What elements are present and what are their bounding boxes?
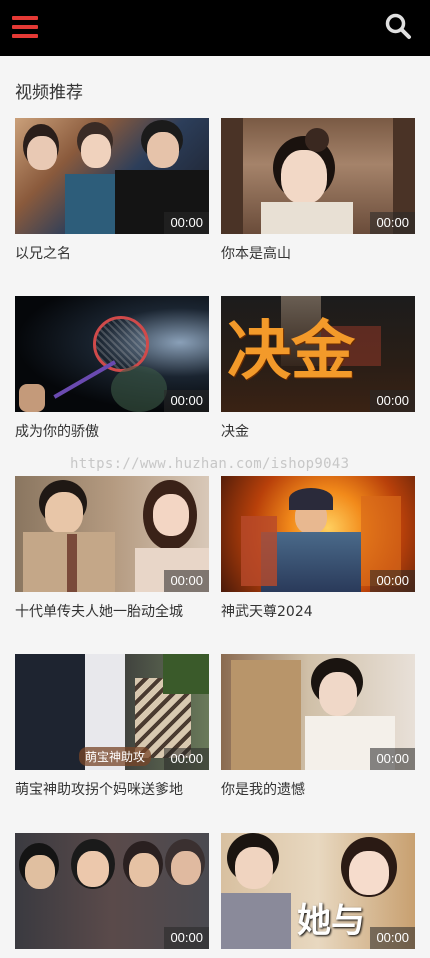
video-title[interactable]: 神武天尊2024 (221, 601, 415, 621)
video-card[interactable]: 00:00 以兄之名 (15, 118, 209, 263)
video-duration: 00:00 (370, 927, 415, 949)
video-card[interactable]: 决金 00:00 决金 (221, 296, 415, 441)
video-title[interactable]: 成为你的骄傲 (15, 421, 209, 441)
video-duration: 00:00 (370, 390, 415, 412)
video-thumbnail[interactable]: 00:00 (15, 296, 209, 412)
top-nav-bar (0, 0, 430, 56)
video-duration: 00:00 (370, 212, 415, 234)
video-thumbnail[interactable]: 00:00 (221, 654, 415, 770)
video-thumbnail[interactable]: 决金 00:00 (221, 296, 415, 412)
video-duration: 00:00 (370, 748, 415, 770)
video-title[interactable]: 以兄之名 (15, 243, 209, 263)
video-card[interactable]: 她与 00:00 (221, 833, 415, 958)
video-duration: 00:00 (164, 212, 209, 234)
video-card[interactable]: 00:00 十代单传夫人她一胎动全城 (15, 476, 209, 621)
video-card[interactable]: 00:00 你本是高山 (221, 118, 415, 263)
video-thumbnail[interactable]: 00:00 (15, 476, 209, 592)
video-card[interactable]: 00:00 成为你的骄傲 (15, 296, 209, 441)
video-duration: 00:00 (370, 570, 415, 592)
video-title[interactable]: 你是我的遗憾 (221, 779, 415, 799)
video-card[interactable]: 00:00 (15, 833, 209, 958)
poster-title-text: 决金 (227, 314, 355, 389)
video-title[interactable]: 你本是高山 (221, 243, 415, 263)
section-title: 视频推荐 (15, 83, 83, 103)
video-thumbnail[interactable]: 00:00 (221, 118, 415, 234)
video-thumbnail[interactable]: 00:00 (221, 476, 415, 592)
search-icon[interactable] (384, 12, 412, 40)
poster-title-text: 她与 (297, 901, 365, 941)
watermark-text: https://www.huzhan.com/ishop9043 (70, 456, 350, 472)
video-title[interactable]: 决金 (221, 421, 415, 441)
video-title[interactable]: 萌宝神助攻拐个妈咪送爹地 (15, 779, 209, 799)
video-title[interactable]: 十代单传夫人她一胎动全城 (15, 601, 209, 621)
hamburger-menu-icon[interactable] (12, 14, 38, 40)
video-duration: 00:00 (164, 570, 209, 592)
video-duration: 00:00 (164, 927, 209, 949)
video-duration: 00:00 (164, 390, 209, 412)
video-card[interactable]: 00:00 神武天尊2024 (221, 476, 415, 621)
video-card[interactable]: 00:00 你是我的遗憾 (221, 654, 415, 799)
video-card[interactable]: 萌宝神助攻 00:00 萌宝神助攻拐个妈咪送爹地 (15, 654, 209, 799)
video-duration: 00:00 (164, 748, 209, 770)
video-thumbnail[interactable]: 萌宝神助攻 00:00 (15, 654, 209, 770)
video-thumbnail[interactable]: 00:00 (15, 118, 209, 234)
poster-title-text: 萌宝神助攻 (79, 747, 152, 766)
